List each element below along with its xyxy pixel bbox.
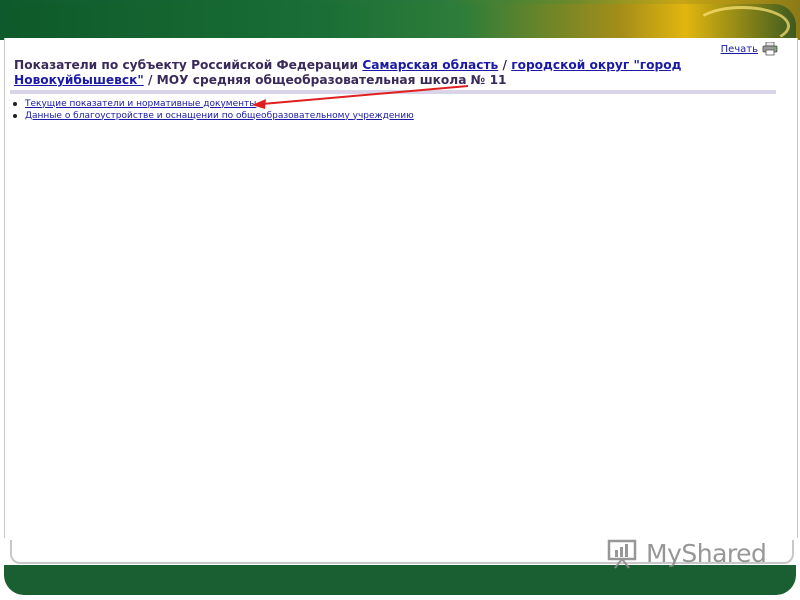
school-name: МОУ средняя общеобразовательная школа № …	[156, 73, 507, 87]
list-item: Текущие показатели и нормативные докумен…	[12, 98, 414, 110]
presentation-chart-icon	[607, 539, 637, 569]
facilities-data-link[interactable]: Данные о благоустройстве и оснащении по …	[25, 111, 414, 122]
current-indicators-link[interactable]: Текущие показатели и нормативные докумен…	[25, 99, 256, 110]
breadcrumb-separator: /	[502, 58, 507, 72]
bullet-icon	[13, 114, 17, 118]
breadcrumb-region-link[interactable]: Самарская область	[362, 58, 498, 72]
print-link[interactable]: Печать	[721, 44, 758, 55]
breadcrumb-separator: /	[147, 73, 153, 87]
watermark: MyShared	[606, 536, 767, 570]
section-links-list: Текущие показатели и нормативные докумен…	[12, 98, 414, 122]
printer-icon[interactable]	[762, 42, 778, 56]
watermark-text: MyShared	[646, 538, 767, 568]
print-control[interactable]: Печать	[721, 42, 778, 56]
title-prefix: Показатели по субъекту Российской Федера…	[14, 58, 359, 72]
bullet-icon	[13, 102, 17, 106]
page-title: Показатели по субъекту Российской Федера…	[14, 58, 784, 88]
title-divider	[10, 90, 776, 94]
list-item: Данные о благоустройстве и оснащении по …	[12, 110, 414, 122]
